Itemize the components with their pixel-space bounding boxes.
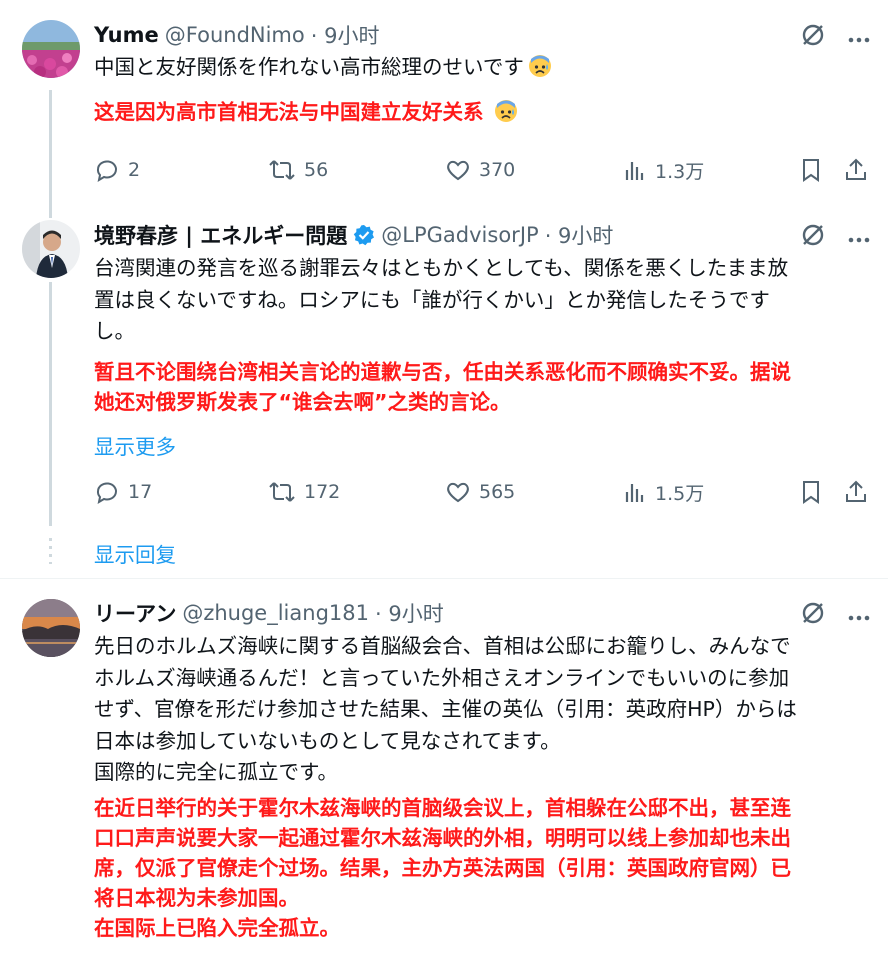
tweet[interactable]: 境野春彦 | エネルギー問題 @LPGadvisorJP · 9小时 台湾関連の…: [0, 200, 888, 578]
views-count: 1.3万: [655, 161, 705, 183]
tweet-text-line: ホルムズ海峡通るんだ！と言っていた外相さえオンラインでもいいのに参加: [94, 665, 790, 690]
avatar[interactable]: [22, 599, 80, 657]
tweet-translation: 在近日举行的关于霍尔木兹海峡的首脑级会议上，首相躲在公邸不出，甚至连 口口声声说…: [94, 793, 876, 943]
reply-icon: [96, 160, 117, 183]
tweet-header-icons: [800, 22, 870, 52]
heart-icon: [447, 482, 469, 503]
translation-line: 在近日举行的关于霍尔木兹海峡的首脑级会议上，首相躲在公邸不出，甚至连: [94, 796, 791, 820]
timestamp[interactable]: · 9小时: [375, 598, 444, 628]
heart-icon: [447, 160, 469, 181]
tweet-header: リーアン @zhuge_liang181 · 9小时: [94, 598, 444, 628]
tweet-header-icons: [800, 600, 870, 630]
reply-count: 17: [128, 481, 153, 503]
share-button[interactable]: [844, 157, 876, 183]
tweet-text-line: 中国と友好関係を作れない高市総理のせいです: [94, 55, 524, 79]
tweet-header-icons: [800, 222, 870, 252]
show-replies-link[interactable]: 显示回复: [94, 538, 176, 568]
translation-line: 这是因为高市首相无法与中国建立友好关系: [94, 100, 484, 124]
tweet-text-line: 先日のホルムズ海峡に関する首脳級会合、首相は公邸にお籠りし、みんなで: [94, 634, 791, 658]
tweet-text-line: し。: [94, 319, 135, 343]
tweet-text-line: 国際的に完全に孤立です。: [94, 760, 338, 784]
verified-badge-icon: [353, 224, 375, 246]
views-icon: [625, 161, 644, 180]
retweet-button[interactable]: 56: [268, 157, 328, 183]
translation-line: 暂且不论围绕台湾相关言论的道歉与否，任由关系恶化而不顾确实不妥。据说: [94, 360, 791, 384]
grok-icon[interactable]: [800, 600, 826, 630]
tweet-actions: 2 56 370 1.3万: [94, 157, 870, 187]
translation-line: 将日本视为未参加国。: [94, 886, 299, 910]
views-button[interactable]: 1.5万: [623, 479, 704, 506]
translation-line: 她还对俄罗斯发表了“谁会去啊”之类的言论。: [94, 390, 511, 414]
tweet-text-line: 置は良くないですね。ロシアにも「誰が行くかい」とか発信したそうです: [94, 287, 770, 312]
timestamp[interactable]: · 9小时: [545, 220, 614, 250]
tweet-translation: 暂且不论围绕台湾相关言论的道歉与否，任由关系恶化而不顾确实不妥。据说 她还对俄罗…: [94, 357, 866, 417]
reply-icon: [96, 482, 117, 505]
more-options-icon[interactable]: [848, 606, 870, 625]
share-icon: [846, 480, 866, 502]
like-button[interactable]: 565: [445, 479, 515, 505]
tweet-header: Yume @FoundNimo · 9小时: [94, 20, 379, 50]
tweet-text-line: せず、官僚を形だけ参加させた結果、主催の英仏（引用：英政府HP）からは: [94, 697, 797, 721]
reply-count: 2: [128, 159, 141, 181]
avatar[interactable]: [22, 220, 80, 278]
anxious-face-emoji: [494, 99, 518, 123]
author-handle[interactable]: @zhuge_liang181: [182, 601, 369, 625]
author-handle[interactable]: @LPGadvisorJP: [381, 223, 538, 247]
retweet-button[interactable]: 172: [268, 479, 340, 505]
like-button[interactable]: 370: [445, 157, 515, 183]
share-button[interactable]: [844, 479, 876, 505]
avatar[interactable]: [22, 20, 80, 78]
retweet-count: 56: [304, 159, 329, 181]
timestamp[interactable]: · 9小时: [311, 20, 380, 50]
anxious-face-emoji: [528, 54, 552, 78]
reply-button[interactable]: 17: [94, 479, 152, 505]
retweet-count: 172: [304, 481, 341, 503]
reply-button[interactable]: 2: [94, 157, 140, 183]
more-options-icon[interactable]: [848, 28, 870, 47]
share-icon: [846, 158, 866, 180]
tweet-text-line: 日本は参加していないものとして見なされてます。: [94, 728, 561, 753]
retweet-icon: [269, 482, 295, 502]
show-more-link[interactable]: 显示更多: [94, 430, 176, 460]
tweet-text: 中国と友好関係を作れない高市総理のせいです: [94, 52, 866, 84]
tweet-header: 境野春彦 | エネルギー問題 @LPGadvisorJP · 9小时: [94, 220, 613, 250]
translation-line: 在国际上已陷入完全孤立。: [94, 916, 340, 940]
views-count: 1.5万: [655, 483, 705, 505]
like-count: 565: [479, 481, 516, 503]
tweet-translation: 这是因为高市首相无法与中国建立友好关系: [94, 97, 866, 127]
bookmark-icon: [803, 159, 819, 182]
retweet-icon: [269, 160, 295, 180]
tweet-text: 台湾関連の発言を巡る謝罪云々はともかくとしても、関係を悪くしたまま放 置は良くな…: [94, 253, 866, 348]
author-name[interactable]: 境野春彦 | エネルギー問題: [94, 220, 347, 250]
bookmark-button[interactable]: [800, 157, 830, 183]
tweet[interactable]: リーアン @zhuge_liang181 · 9小时 先日のホルムズ海峡に関する…: [0, 579, 888, 970]
bookmark-icon: [803, 481, 819, 504]
like-count: 370: [479, 159, 516, 181]
bookmark-button[interactable]: [800, 479, 830, 505]
tweet-text: 先日のホルムズ海峡に関する首脳級会合、首相は公邸にお籠りし、みんなで ホルムズ海…: [94, 631, 876, 789]
grok-icon[interactable]: [800, 22, 826, 52]
more-options-icon[interactable]: [848, 228, 870, 247]
translation-line: 口口声声说要大家一起通过霍尔木兹海峡的外相，明明可以线上参加却也未出: [94, 826, 791, 850]
tweet-text-line: 台湾関連の発言を巡る謝罪云々はともかくとしても、関係を悪くしたまま放: [94, 256, 789, 280]
translation-line: 席，仅派了官僚走个过场。结果，主办方英法两国（引用：英国政府官网）已: [94, 856, 791, 880]
views-icon: [625, 483, 644, 502]
tweet[interactable]: Yume @FoundNimo · 9小时 中国と友好関係を作れない高市総理のせ…: [0, 0, 888, 200]
tweet-actions: 17 172 565 1.5万: [94, 479, 870, 509]
author-name[interactable]: Yume: [94, 23, 159, 47]
author-name[interactable]: リーアン: [94, 598, 176, 628]
views-button[interactable]: 1.3万: [623, 157, 704, 184]
grok-icon[interactable]: [800, 222, 826, 252]
author-handle[interactable]: @FoundNimo: [165, 23, 305, 47]
